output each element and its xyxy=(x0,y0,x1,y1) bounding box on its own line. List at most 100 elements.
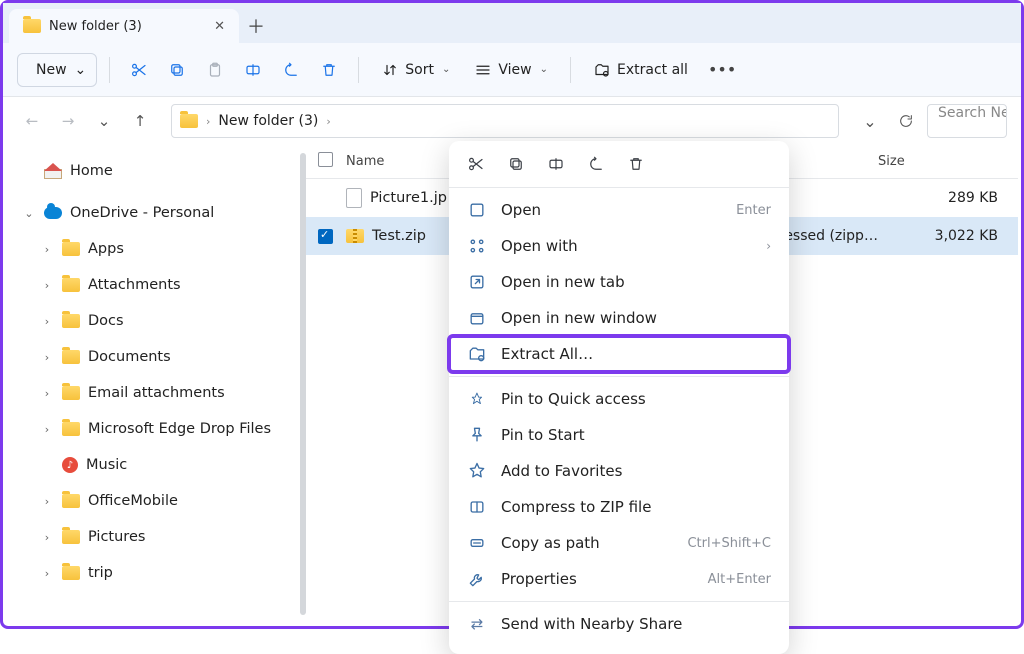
expand-icon[interactable]: › xyxy=(40,315,54,328)
separator xyxy=(449,601,789,602)
context-open-with[interactable]: Open with› xyxy=(449,228,789,264)
context-compress-label: Compress to ZIP file xyxy=(501,498,651,516)
sidebar-item-attachments[interactable]: ›Attachments xyxy=(10,267,306,303)
sidebar-item-label: OfficeMobile xyxy=(88,493,178,509)
recent-locations-button[interactable]: ⌄ xyxy=(89,106,119,136)
breadcrumb-item[interactable]: New folder (3) xyxy=(218,113,318,129)
context-open-new-tab[interactable]: Open in new tab xyxy=(449,264,789,300)
copy-icon xyxy=(507,155,525,173)
separator xyxy=(570,57,571,83)
expand-icon[interactable]: › xyxy=(40,387,54,400)
address-bar: ← → ⌄ ↑ › New folder (3) › ⌄ Search New xyxy=(3,97,1021,145)
sidebar-item-onedrive[interactable]: ⌄ OneDrive - Personal xyxy=(10,195,306,231)
address-history-button[interactable]: ⌄ xyxy=(855,106,885,136)
context-pin-quick-label: Pin to Quick access xyxy=(501,390,646,408)
checkbox-icon[interactable] xyxy=(318,229,333,244)
expand-icon[interactable]: › xyxy=(40,531,54,544)
sidebar-item-label: Email attachments xyxy=(88,385,225,401)
column-size[interactable]: Size xyxy=(878,154,1018,169)
sidebar-item-label: Apps xyxy=(88,241,124,257)
copy-button[interactable] xyxy=(160,53,194,87)
context-add-favorites[interactable]: Add to Favorites xyxy=(449,453,789,489)
share-button[interactable] xyxy=(274,53,308,87)
paste-button xyxy=(198,53,232,87)
tab-active[interactable]: New folder (3) ✕ xyxy=(9,9,239,43)
select-all-cell[interactable] xyxy=(318,152,346,171)
close-icon[interactable]: ✕ xyxy=(214,19,225,34)
sidebar-item-music[interactable]: ♪Music xyxy=(10,447,306,483)
image-file-icon xyxy=(346,188,362,208)
cut-button[interactable] xyxy=(467,155,485,173)
rename-button[interactable] xyxy=(547,155,565,173)
sidebar-item-label: Docs xyxy=(88,313,124,329)
music-icon: ♪ xyxy=(62,457,78,473)
sidebar-item-documents[interactable]: ›Documents xyxy=(10,339,306,375)
folder-icon xyxy=(62,350,80,364)
new-button[interactable]: New ⌄ xyxy=(17,53,97,87)
sidebar-item-trip[interactable]: › trip xyxy=(10,555,306,591)
back-button[interactable]: ← xyxy=(17,106,47,136)
path-icon xyxy=(467,533,487,553)
zip-file-icon xyxy=(346,229,364,243)
sort-button[interactable]: Sort ⌄ xyxy=(371,53,460,87)
sidebar-item-docs[interactable]: › Docs xyxy=(10,303,306,339)
cut-button[interactable] xyxy=(122,53,156,87)
expand-icon[interactable]: › xyxy=(40,423,54,436)
delete-button[interactable] xyxy=(627,155,645,173)
shortcut-label: Alt+Enter xyxy=(708,572,771,587)
context-nearby-share[interactable]: ⇄Send with Nearby Share xyxy=(449,606,789,642)
folder-icon xyxy=(23,19,41,33)
rename-button[interactable] xyxy=(236,53,270,87)
refresh-button[interactable] xyxy=(891,106,921,136)
collapse-icon[interactable]: ⌄ xyxy=(22,207,36,220)
context-pin-start[interactable]: Pin to Start xyxy=(449,417,789,453)
separator xyxy=(449,376,789,377)
extract-all-button[interactable]: Extract all xyxy=(583,53,698,87)
shortcut-label: Ctrl+Shift+C xyxy=(687,536,771,551)
star-icon xyxy=(467,461,487,481)
wrench-icon xyxy=(467,569,487,589)
checkbox-icon[interactable] xyxy=(318,152,333,167)
pin-icon xyxy=(467,425,487,445)
sidebar-item-pictures[interactable]: ›Pictures xyxy=(10,519,306,555)
chevron-right-icon: › xyxy=(766,239,771,253)
sidebar-item-officemobile[interactable]: › OfficeMobile xyxy=(10,483,306,519)
view-button[interactable]: View ⌄ xyxy=(464,53,558,87)
new-tab-button[interactable]: ＋ xyxy=(239,9,273,43)
onedrive-icon xyxy=(44,207,62,219)
context-open-new-window[interactable]: Open in new window xyxy=(449,300,789,336)
context-compress[interactable]: Compress to ZIP file xyxy=(449,489,789,525)
folder-icon xyxy=(62,242,80,256)
context-copy-path[interactable]: Copy as pathCtrl+Shift+C xyxy=(449,525,789,561)
expand-icon[interactable]: › xyxy=(40,279,54,292)
search-input[interactable]: Search New xyxy=(927,104,1007,138)
sidebar-item-apps[interactable]: › Apps xyxy=(10,231,306,267)
file-name: Test.zip xyxy=(372,228,426,244)
share-button[interactable] xyxy=(587,155,605,173)
expand-icon[interactable]: › xyxy=(40,495,54,508)
sidebar-item-email-attachments[interactable]: › Email attachments xyxy=(10,375,306,411)
copy-button[interactable] xyxy=(507,155,525,173)
sidebar-item-label: trip xyxy=(88,565,113,581)
new-label: New xyxy=(36,62,67,78)
folder-icon xyxy=(180,114,198,128)
more-button[interactable]: ••• xyxy=(702,53,742,87)
context-open[interactable]: OpenEnter xyxy=(449,192,789,228)
context-properties[interactable]: PropertiesAlt+Enter xyxy=(449,561,789,597)
refresh-icon xyxy=(898,113,914,129)
delete-button[interactable] xyxy=(312,53,346,87)
breadcrumb[interactable]: › New folder (3) › xyxy=(171,104,839,138)
context-extract-all[interactable]: Extract All… xyxy=(449,336,789,372)
expand-icon[interactable]: › xyxy=(40,351,54,364)
expand-icon[interactable]: › xyxy=(40,243,54,256)
up-button[interactable]: ↑ xyxy=(125,106,155,136)
expand-icon[interactable]: › xyxy=(40,567,54,580)
trash-icon xyxy=(320,61,338,79)
context-pin-quick-access[interactable]: Pin to Quick access xyxy=(449,381,789,417)
folder-icon xyxy=(62,386,80,400)
nearby-icon: ⇄ xyxy=(467,615,487,633)
forward-button[interactable]: → xyxy=(53,106,83,136)
sidebar-item-edge-drop[interactable]: ›Microsoft Edge Drop Files xyxy=(10,411,306,447)
folder-icon xyxy=(62,422,80,436)
sidebar-item-home[interactable]: Home xyxy=(10,153,306,189)
